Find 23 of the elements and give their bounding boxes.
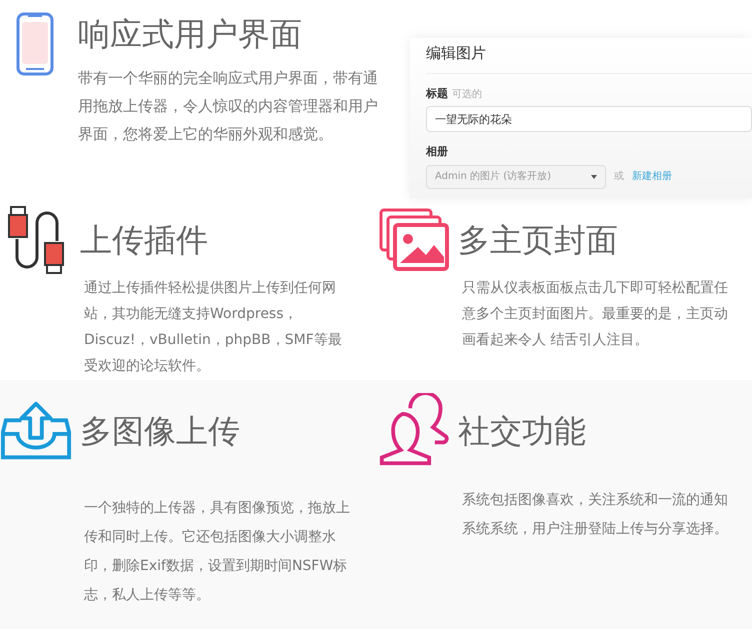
album-select[interactable]: Admin 的图片 (访客开放) [426, 164, 606, 188]
field-label: 标题 [426, 86, 448, 102]
feature-title: 多主页封面 [458, 220, 618, 260]
phone-icon [16, 12, 54, 76]
title-input[interactable]: 一望无际的花朵 [426, 106, 752, 132]
field-label: 相册 [426, 144, 449, 160]
feature-title: 社交功能 [458, 411, 586, 451]
feature-description: 一个独特的上传器，具有图像预览，拖放上传和同时上传。它还包括图像大小调整水印，删除Exif数据，设置到期时间NSFW标志，私人上传等等。 [84, 499, 351, 605]
feature-description: 系统包括图像喜欢，关注系统和一流的通知系统系统，用户注册登陆上传与分享选择。 [462, 491, 729, 539]
new-album-link[interactable]: 新建相册 [632, 169, 672, 184]
feature-description: 通过上传插件轻松提供图片上传到任何网站，其功能无缝支持Wordpress，Discuz!，vBulletin，phpBB，SMF等最受欢迎的论坛软件。 [84, 279, 343, 376]
images-icon [378, 207, 450, 273]
field-hint: 可选的 [452, 88, 482, 102]
panel-heading: 编辑图片 [426, 42, 752, 74]
feature-title: 多图像上传 [80, 411, 240, 451]
hero-title: 响应式用户界面 [78, 14, 303, 55]
feature-title: 上传插件 [80, 220, 208, 260]
caret-icon [591, 174, 597, 178]
feature-description: 只需从仪表板面板点击几下即可轻松配置任意多个主页封面图片。最重要的是，主页动画看起来令人 结舌引人注目。 [462, 279, 729, 350]
usb-cable-icon [5, 205, 67, 275]
hero-description: 带有一个华丽的完全响应式用户界面，带有通用拖放上传器，令人惊叹的内容管理器和用户界面，您将爱上它的华丽外观和感觉。 [78, 68, 378, 145]
upload-tray-icon [0, 400, 72, 462]
or-label: 或 [614, 170, 624, 184]
